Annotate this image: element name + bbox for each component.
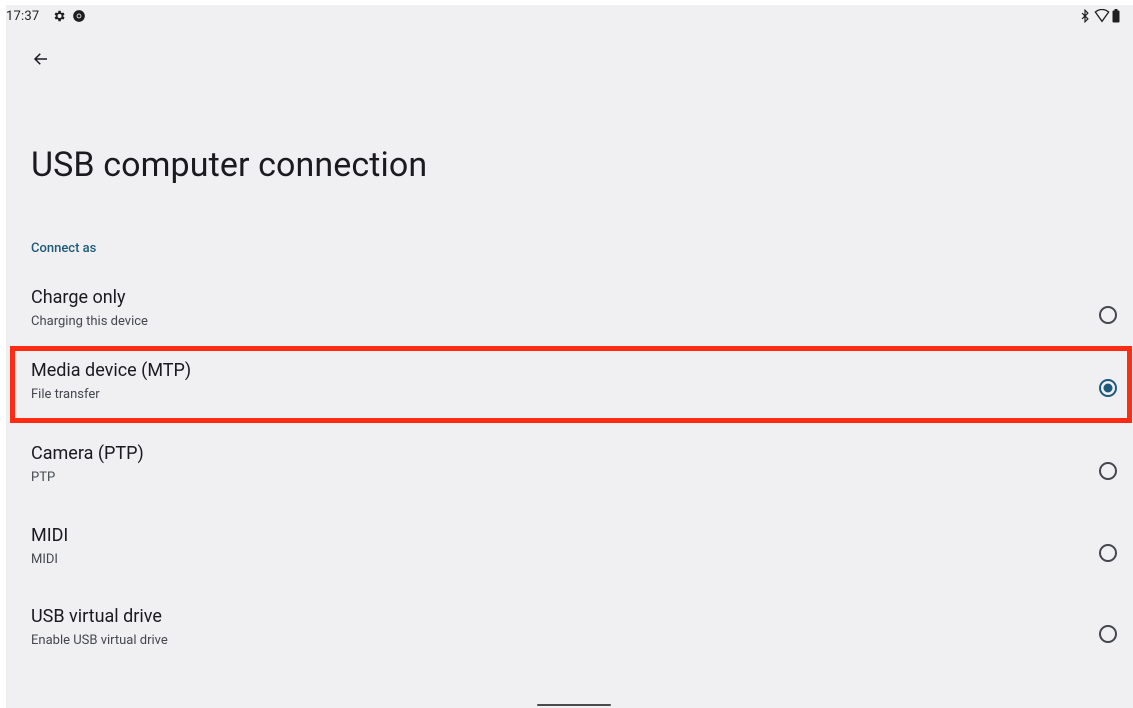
option-title: USB virtual drive — [31, 606, 162, 627]
gear-icon — [52, 9, 66, 23]
option-subtitle: Enable USB virtual drive — [31, 633, 168, 648]
option-camera-ptp[interactable]: Camera (PTP) PTP — [6, 433, 1133, 509]
battery-icon — [1112, 9, 1126, 23]
arrow-left-icon — [32, 50, 50, 72]
status-bar: 17:37 — [6, 5, 1133, 29]
radio-button[interactable] — [1098, 543, 1118, 563]
radio-button[interactable] — [1098, 305, 1118, 325]
option-media-device-mtp[interactable]: Media device (MTP) File transfer — [6, 350, 1133, 426]
option-charge-only[interactable]: Charge only Charging this device — [6, 277, 1133, 353]
option-subtitle: File transfer — [31, 387, 100, 402]
wifi-icon — [1094, 8, 1110, 23]
page-title: USB computer connection — [31, 145, 428, 185]
radio-button[interactable] — [1098, 624, 1118, 644]
section-header-connect-as: Connect as — [31, 241, 97, 256]
radio-button[interactable] — [1098, 461, 1118, 481]
option-midi[interactable]: MIDI MIDI — [6, 515, 1133, 591]
settings-screen: 17:37 USB computer connection Connect as… — [6, 5, 1133, 708]
option-subtitle: PTP — [31, 470, 56, 485]
radio-button-selected[interactable] — [1098, 378, 1118, 398]
navigation-handle[interactable] — [537, 704, 611, 706]
bluetooth-icon — [1078, 8, 1092, 24]
option-title: Charge only — [31, 287, 126, 308]
option-subtitle: Charging this device — [31, 314, 148, 329]
status-time: 17:37 — [6, 9, 40, 24]
back-button[interactable] — [25, 45, 57, 77]
option-title: Media device (MTP) — [31, 360, 192, 381]
option-usb-virtual-drive[interactable]: USB virtual drive Enable USB virtual dri… — [6, 596, 1133, 672]
option-title: Camera (PTP) — [31, 443, 144, 464]
option-title: MIDI — [31, 525, 69, 546]
option-subtitle: MIDI — [31, 552, 58, 567]
chrome-icon — [72, 9, 86, 23]
